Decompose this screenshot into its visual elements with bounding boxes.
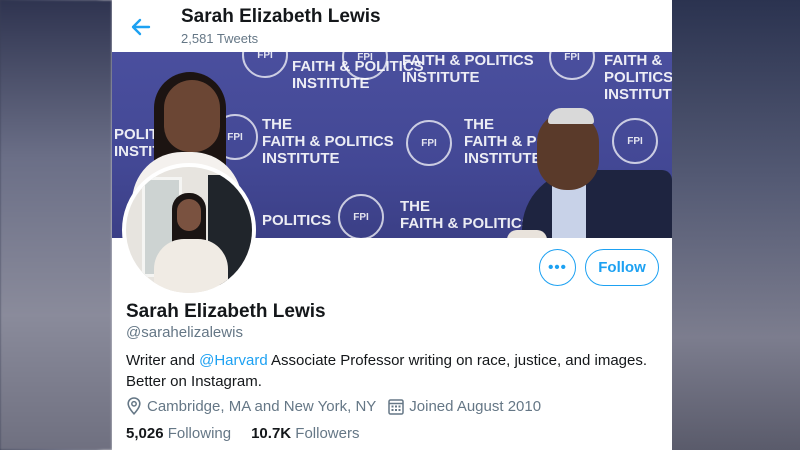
followers-label: Followers (295, 425, 360, 442)
fpi-logo-icon: FPI (612, 118, 658, 164)
joined-item: Joined August 2010 (388, 397, 541, 415)
followers-link[interactable]: 10.7K Followers (251, 425, 359, 442)
avatar[interactable] (122, 163, 256, 297)
fpi-logo-icon: FPI (406, 120, 452, 166)
banner-person-left-face (164, 80, 220, 152)
avatar-face (177, 199, 201, 231)
back-arrow-icon (131, 18, 151, 36)
banner-logo-text: FAITH & POLITICS INSTITUTE (604, 52, 672, 103)
location-pin-icon (126, 397, 142, 415)
avatar-body (154, 239, 228, 293)
profile-handle: @sarahelizalewis (126, 324, 243, 341)
header-title: Sarah Elizabeth Lewis (181, 6, 381, 27)
following-label: Following (167, 425, 232, 442)
bio-mention-link[interactable]: @Harvard (199, 352, 268, 369)
banner-logo-text: POLITICS (262, 212, 332, 229)
followers-count: 10.7K (251, 425, 292, 442)
profile-meta: Cambridge, MA and New York, NY Joined Au… (126, 397, 553, 415)
following-count: 5,026 (126, 425, 164, 442)
joined-text: Joined August 2010 (409, 397, 542, 415)
banner-logo-text: THE FAITH & POLITICS INSTITUTE (262, 116, 394, 167)
banner-person-right-hair (548, 108, 594, 124)
profile-page: Sarah Elizabeth Lewis 2,581 Tweets FPI F… (112, 0, 672, 450)
bio-text: Writer and (126, 352, 200, 369)
profile-stats: 5,026 Following 10.7K Followers (126, 425, 379, 442)
tweet-count: 2,581 Tweets (181, 31, 259, 46)
location-text: Cambridge, MA and New York, NY (147, 397, 377, 415)
profile-header: Sarah Elizabeth Lewis 2,581 Tweets (112, 0, 672, 52)
background-left (0, 0, 112, 450)
more-options-button[interactable]: ••• (539, 249, 576, 286)
background-right (672, 0, 800, 450)
fpi-logo-icon: FPI (338, 194, 384, 238)
banner-logo-text: THE FAITH & POLITICS (400, 198, 532, 232)
calendar-icon (388, 397, 405, 415)
following-link[interactable]: 5,026 Following (126, 425, 231, 442)
location-item: Cambridge, MA and New York, NY (126, 397, 376, 415)
follow-button[interactable]: Follow (585, 249, 659, 286)
banner-logo-text: FAITH & POLITICS INSTITUTE (402, 52, 534, 86)
profile-bio: Writer and @Harvard Associate Professor … (126, 350, 656, 392)
fpi-logo-icon: FPI (549, 52, 595, 80)
banner-hand (507, 230, 547, 238)
banner-person-right-shirt (552, 182, 586, 238)
profile-name: Sarah Elizabeth Lewis (126, 301, 326, 322)
fpi-logo-icon: FPI (242, 52, 288, 78)
avatar-photo (126, 167, 252, 293)
back-button[interactable] (126, 12, 156, 42)
